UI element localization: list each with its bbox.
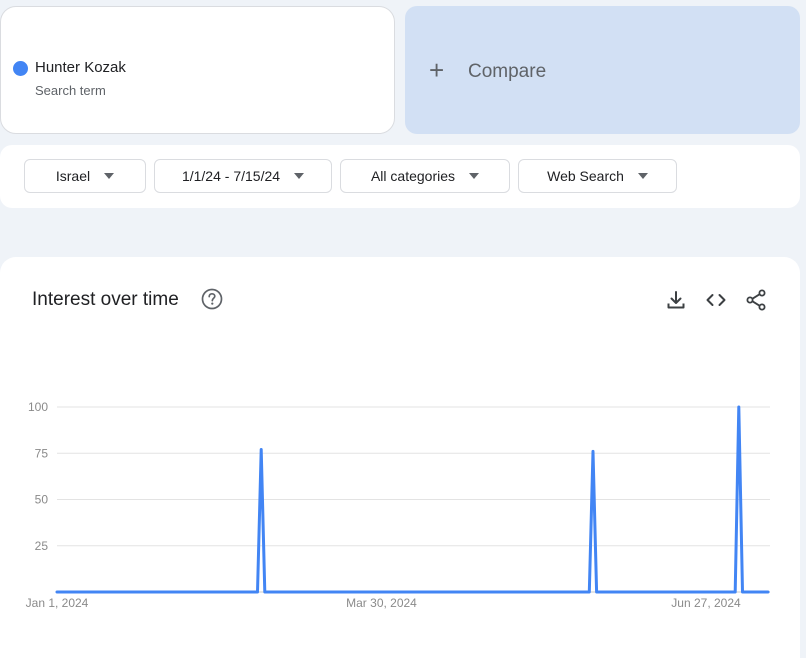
y-tick-label: 50 (35, 493, 49, 507)
compare-label: Compare (468, 61, 547, 82)
region-dropdown[interactable]: Israel (24, 159, 146, 193)
search-term-card[interactable]: Hunter Kozak Search term (0, 6, 395, 134)
compare-button[interactable]: + Compare (405, 6, 800, 134)
search-term-name[interactable]: Hunter Kozak (35, 59, 126, 76)
x-tick-label: Jan 1, 2024 (26, 596, 89, 610)
caret-down-icon (469, 173, 480, 179)
date-range-value: 1/1/24 - 7/15/24 (181, 168, 281, 184)
plus-icon: + (429, 55, 445, 85)
caret-down-icon (104, 173, 115, 179)
x-tick-label: Mar 30, 2024 (346, 596, 417, 610)
region-value: Israel (55, 168, 91, 184)
x-tick-label: Jun 27, 2024 (671, 596, 741, 610)
interest-over-time-card: Interest over time 25 50 75 100 Jan 1, 2024 M… (0, 257, 800, 658)
category-value: All categories (370, 168, 456, 184)
y-tick-label: 25 (35, 539, 49, 553)
interest-line-chart: 25 50 75 100 Jan 1, 2024 Mar 30, 2024 Jun 27, … (26, 400, 770, 610)
search-type-dropdown[interactable]: Web Search (518, 159, 677, 193)
caret-down-icon (637, 173, 648, 179)
series-color-dot (13, 61, 28, 76)
search-term-subtitle: Search term (35, 83, 106, 98)
date-range-dropdown[interactable]: 1/1/24 - 7/15/24 (154, 159, 332, 193)
y-tick-label: 75 (35, 446, 49, 460)
filter-bar: Israel 1/1/24 - 7/15/24 All categories W… (0, 145, 800, 208)
category-dropdown[interactable]: All categories (340, 159, 510, 193)
caret-down-icon (294, 173, 305, 179)
search-type-value: Web Search (547, 168, 624, 184)
y-tick-label: 100 (28, 400, 48, 414)
